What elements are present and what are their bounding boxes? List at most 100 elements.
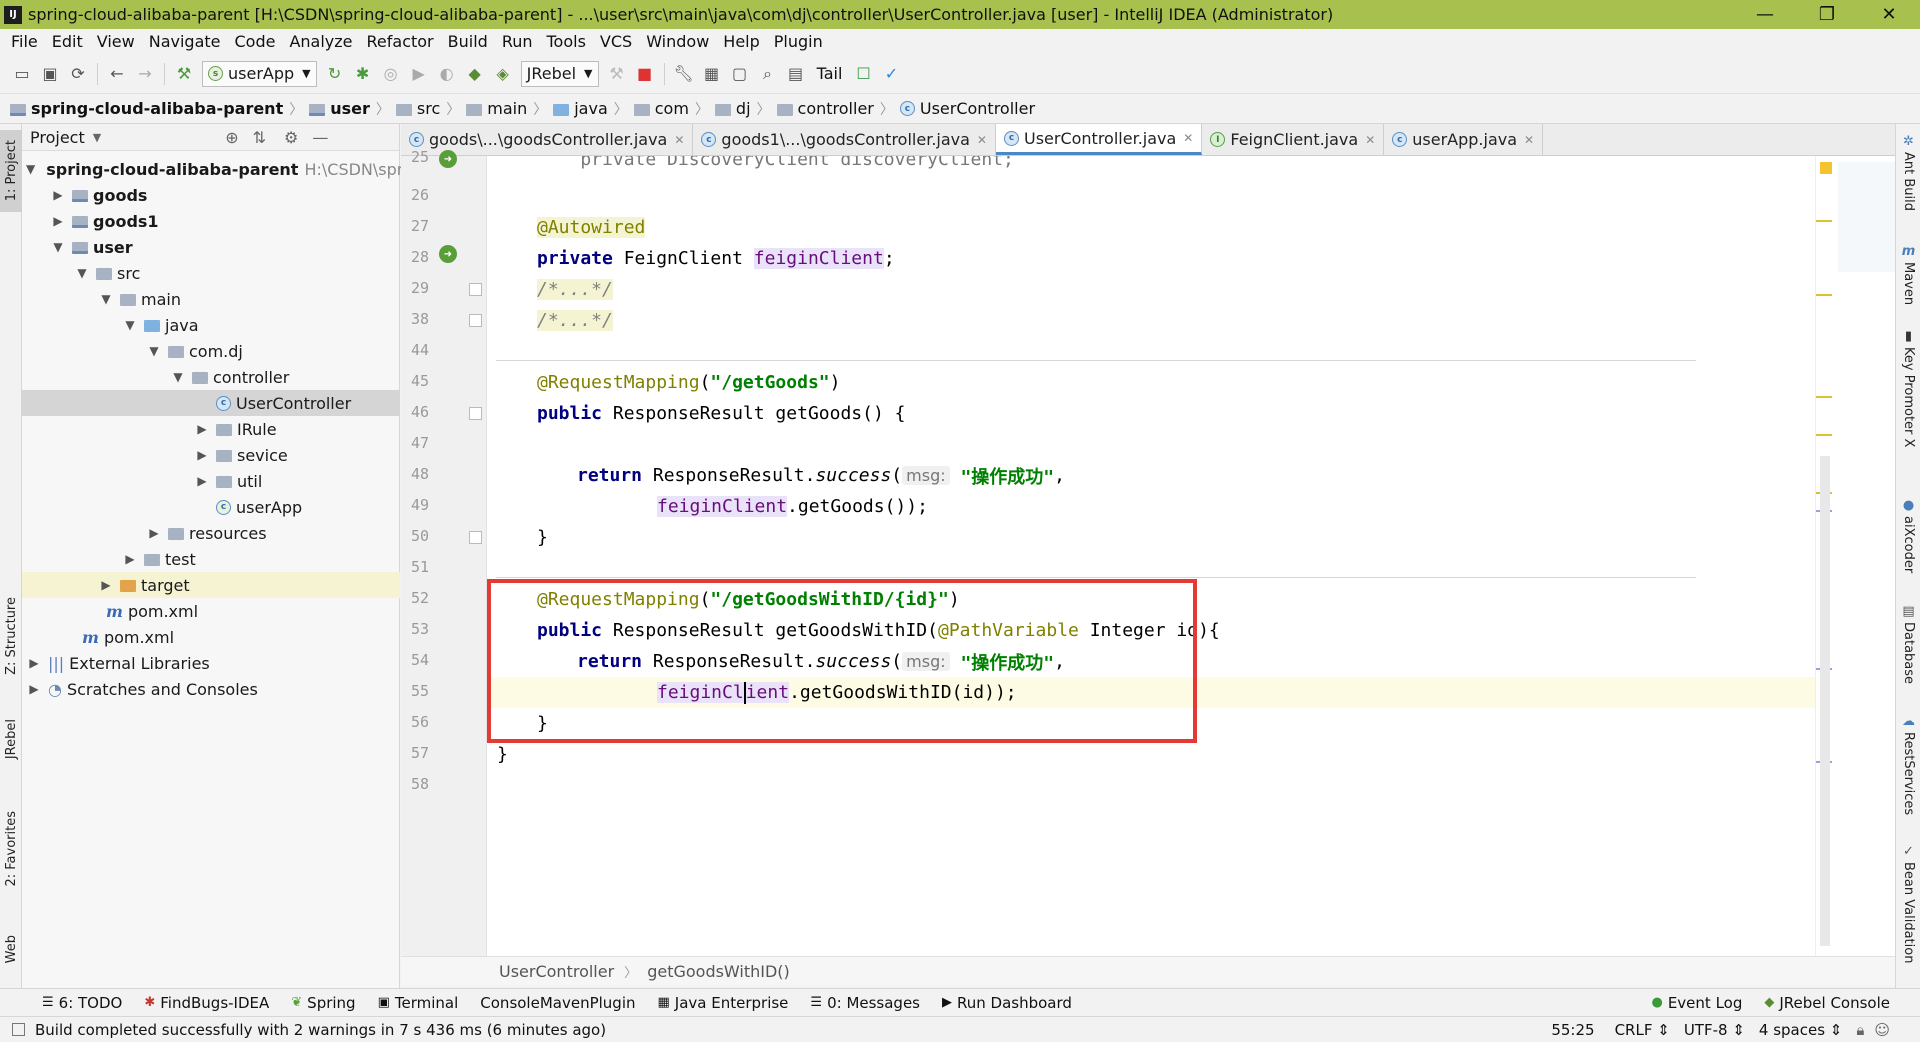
menu-view[interactable]: View bbox=[90, 32, 142, 51]
inspection-status-icon[interactable] bbox=[1820, 162, 1832, 174]
chevron-down-icon[interactable]: ▼ bbox=[98, 292, 114, 306]
fold-collapse-icon[interactable] bbox=[469, 407, 482, 420]
search-icon[interactable]: ⌕ bbox=[754, 60, 782, 88]
code-line-38[interactable]: /*...*/ bbox=[487, 305, 1815, 336]
breadcrumb-dj[interactable]: dj bbox=[714, 99, 751, 118]
hammer-disabled-icon[interactable]: ⚒ bbox=[603, 60, 631, 88]
tree-item-src[interactable]: ▼ src bbox=[22, 260, 400, 286]
profile-icon[interactable]: ◐ bbox=[433, 60, 461, 88]
tree-item-usercontroller[interactable]: c UserController bbox=[22, 390, 400, 416]
chevron-right-icon[interactable]: ▶ bbox=[146, 526, 162, 540]
breadcrumb-project[interactable]: spring-cloud-alibaba-parent bbox=[10, 99, 283, 118]
chevron-down-icon[interactable]: ▼ bbox=[74, 266, 90, 280]
scrollbar-thumb[interactable] bbox=[1820, 456, 1830, 946]
breadcrumb-user[interactable]: user bbox=[309, 99, 370, 118]
close-button[interactable]: ✕ bbox=[1858, 0, 1920, 29]
tree-item-root[interactable]: ▼ spring-cloud-alibaba-parent H:\CSDN\sp… bbox=[22, 156, 408, 182]
project-structure-icon[interactable]: ▦ bbox=[698, 60, 726, 88]
editor-crumb-method[interactable]: getGoodsWithID() bbox=[647, 962, 790, 981]
chevron-right-icon[interactable]: ▶ bbox=[194, 422, 210, 436]
tool-tab-maven[interactable]: m Maven bbox=[1896, 244, 1920, 305]
forward-arrow-icon[interactable]: → bbox=[131, 60, 159, 88]
fold-expand-icon[interactable] bbox=[469, 314, 482, 327]
terminal-window-icon[interactable]: ▢ bbox=[726, 60, 754, 88]
spring-bean-gutter-icon[interactable]: ➜ bbox=[439, 245, 457, 263]
editor-crumb-class[interactable]: UserController bbox=[499, 962, 614, 981]
menu-file[interactable]: File bbox=[4, 32, 45, 51]
tool-tab-bean-validation[interactable]: ✓ Bean Validation bbox=[1896, 844, 1920, 963]
rerun-icon[interactable]: ↻ bbox=[321, 60, 349, 88]
tool-tab-jrebel[interactable]: JRebel bbox=[0, 704, 22, 774]
menu-vcs[interactable]: VCS bbox=[593, 32, 639, 51]
toolwin-terminal[interactable]: ▣ Terminal bbox=[378, 994, 459, 1012]
close-icon[interactable]: ✕ bbox=[1183, 131, 1193, 145]
toolwin-messages[interactable]: ☰ 0: Messages bbox=[810, 994, 920, 1012]
chevron-down-icon[interactable]: ▼ bbox=[146, 344, 162, 358]
chevron-down-icon[interactable]: ▼ bbox=[50, 240, 66, 254]
menu-plugin[interactable]: Plugin bbox=[767, 32, 830, 51]
chevron-right-icon[interactable]: ▶ bbox=[194, 448, 210, 462]
tree-item-comdj[interactable]: ▼ com.dj bbox=[22, 338, 400, 364]
chevron-down-icon[interactable]: ▼ bbox=[26, 162, 35, 176]
tree-item-scratches[interactable]: ▶ ◔ Scratches and Consoles bbox=[22, 676, 400, 702]
status-toggle-icon[interactable] bbox=[12, 1023, 25, 1036]
tool-tab-structure[interactable]: Z: Structure bbox=[0, 586, 22, 686]
chevron-right-icon[interactable]: ▶ bbox=[98, 578, 114, 592]
chevron-down-icon[interactable]: ▼ bbox=[122, 318, 138, 332]
chevron-right-icon[interactable]: ▶ bbox=[26, 656, 42, 670]
statistic-chart-icon[interactable]: ☐ bbox=[850, 60, 878, 88]
wrench-settings-icon[interactable]: 🔧︎ bbox=[670, 60, 698, 88]
tree-item-goods1[interactable]: ▶ goods1 bbox=[22, 208, 400, 234]
encoding-select[interactable]: UTF-8 ⇕ bbox=[1684, 1021, 1745, 1039]
tree-item-resources[interactable]: ▶ resources bbox=[22, 520, 400, 546]
tree-item-user[interactable]: ▼ user bbox=[22, 234, 400, 260]
tree-item-main[interactable]: ▼ main bbox=[22, 286, 400, 312]
jrebel-run-icon[interactable]: ◆ bbox=[461, 60, 489, 88]
open-folder-icon[interactable]: ▭ bbox=[8, 60, 36, 88]
toolwin-spring[interactable]: ❦ Spring bbox=[291, 994, 355, 1012]
tab-userapp[interactable]: c userApp.java ✕ bbox=[1384, 124, 1544, 155]
collapse-all-icon[interactable]: ⇅ bbox=[253, 128, 266, 147]
fold-collapse-icon[interactable] bbox=[469, 531, 482, 544]
code-line-29[interactable]: /*...*/ bbox=[487, 274, 1815, 305]
code-editor[interactable]: private DiscoveryClient discoveryClient;… bbox=[487, 156, 1815, 956]
tree-item-irule[interactable]: ▶ IRule bbox=[22, 416, 400, 442]
check-circle-icon[interactable]: ✓ bbox=[878, 60, 906, 88]
toolwin-java-enterprise[interactable]: ▦ Java Enterprise bbox=[658, 994, 789, 1012]
hide-panel-icon[interactable]: — bbox=[312, 128, 328, 147]
breadcrumb-src[interactable]: src bbox=[395, 99, 440, 118]
tree-item-goods[interactable]: ▶ goods bbox=[22, 182, 400, 208]
sync-icon[interactable]: ⟳ bbox=[64, 60, 92, 88]
warning-stripe[interactable] bbox=[1816, 294, 1832, 296]
close-icon[interactable]: ✕ bbox=[1365, 133, 1375, 147]
indent-select[interactable]: 4 spaces ⇕ bbox=[1759, 1021, 1842, 1039]
tab-feignclient[interactable]: I FeignClient.java ✕ bbox=[1202, 124, 1385, 155]
fold-expand-icon[interactable] bbox=[469, 283, 482, 296]
menu-help[interactable]: Help bbox=[716, 32, 766, 51]
tree-item-test[interactable]: ▶ test bbox=[22, 546, 400, 572]
close-icon[interactable]: ✕ bbox=[674, 133, 684, 147]
menu-edit[interactable]: Edit bbox=[45, 32, 90, 51]
toolwin-todo[interactable]: ☰ 6: TODO bbox=[42, 994, 122, 1012]
chevron-down-icon[interactable]: ▼ bbox=[170, 370, 186, 384]
save-icon[interactable]: ▣ bbox=[36, 60, 64, 88]
breadcrumb-com[interactable]: com bbox=[633, 99, 689, 118]
line-separator-select[interactable]: CRLF ⇕ bbox=[1615, 1021, 1670, 1039]
jrebel-debug-icon[interactable]: ◈ bbox=[489, 60, 517, 88]
lock-icon[interactable]: 🔒︎ bbox=[1856, 1021, 1864, 1039]
menu-run[interactable]: Run bbox=[495, 32, 540, 51]
tab-usercontroller[interactable]: c UserController.java ✕ bbox=[995, 124, 1203, 155]
run-icon[interactable]: ▶ bbox=[405, 60, 433, 88]
tool-tab-ant-build[interactable]: ✲ Ant Build bbox=[1896, 134, 1920, 211]
tree-item-util[interactable]: ▶ util bbox=[22, 468, 400, 494]
toolwin-event-log[interactable]: ● Event Log bbox=[1651, 994, 1742, 1012]
chevron-right-icon[interactable]: ▶ bbox=[194, 474, 210, 488]
toolwin-consolemaven[interactable]: ConsoleMavenPlugin bbox=[480, 994, 635, 1012]
tree-item-sevice[interactable]: ▶ sevice bbox=[22, 442, 400, 468]
tree-item-external-libraries[interactable]: ▶ ||| External Libraries bbox=[22, 650, 400, 676]
toolwin-findbugs[interactable]: ✱ FindBugs-IDEA bbox=[144, 994, 269, 1012]
maximize-button[interactable]: ❐ bbox=[1796, 0, 1858, 29]
tool-tab-aixcoder[interactable]: ● aiXcoder bbox=[1896, 498, 1920, 573]
status-message[interactable]: Build completed successfully with 2 warn… bbox=[35, 1021, 606, 1039]
breadcrumb-java[interactable]: java bbox=[553, 99, 608, 118]
